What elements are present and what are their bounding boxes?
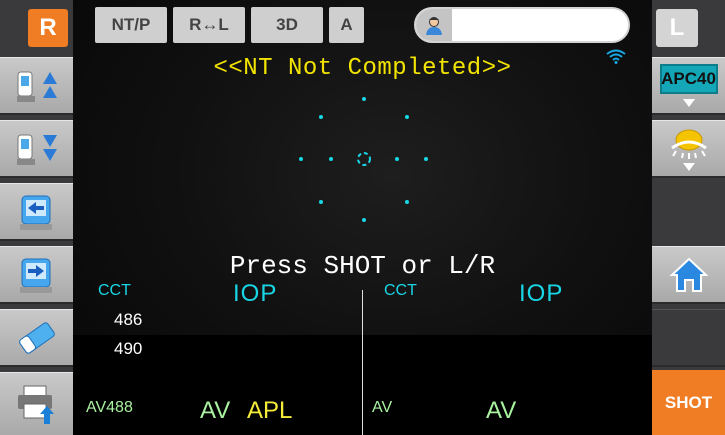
apc-value: APC40 <box>659 63 718 94</box>
auto-mode-button[interactable]: A <box>329 7 364 43</box>
target-dot <box>424 157 428 161</box>
cct-reading-1: 486 <box>114 310 143 329</box>
target-dot <box>319 115 323 119</box>
move-left-button[interactable] <box>0 183 73 241</box>
home-button[interactable] <box>652 246 725 304</box>
alignment-target <box>299 97 428 222</box>
target-dot <box>299 157 303 161</box>
ntp-mode-button[interactable]: NT/P <box>95 7 167 43</box>
target-dot <box>329 157 333 161</box>
left-eye-button[interactable]: L <box>656 9 698 47</box>
right-cct-label: CCT <box>98 282 131 299</box>
dropdown-triangle-icon <box>682 98 695 107</box>
right-iop-label: IOP <box>233 280 278 307</box>
target-dot <box>395 157 399 161</box>
eraser-icon <box>18 321 55 354</box>
right-apl-label: APL <box>247 397 293 424</box>
clear-data-button[interactable] <box>0 309 73 367</box>
right-rail-empty-slot <box>652 309 725 367</box>
target-dot <box>362 218 366 222</box>
cct-reading-2: 490 <box>114 339 143 358</box>
printer-icon <box>17 385 54 424</box>
chinrest-down-button[interactable] <box>0 120 73 178</box>
left-cct-average-label: AV <box>372 399 393 416</box>
right-cct-average: AV488 <box>86 399 133 416</box>
chinrest-up-icon <box>16 71 57 102</box>
operation-prompt: Press SHOT or L/R <box>229 251 496 281</box>
eye-divider <box>362 290 363 435</box>
dropdown-triangle-icon <box>682 162 695 171</box>
target-dot <box>405 115 409 119</box>
shot-button[interactable]: SHOT <box>652 370 725 435</box>
patient-id-input[interactable] <box>454 11 624 39</box>
left-cct-label: CCT <box>384 282 417 299</box>
illumination-button[interactable] <box>652 120 725 178</box>
patient-id-field[interactable] <box>414 7 630 43</box>
3d-button[interactable]: 3D <box>251 7 323 43</box>
target-dot <box>362 97 366 101</box>
print-button[interactable] <box>0 372 73 435</box>
left-iop-label: IOP <box>519 280 564 307</box>
chinrest-up-button[interactable] <box>0 57 73 115</box>
center-reticle <box>357 152 371 166</box>
patient-icon <box>426 17 442 35</box>
left-iop-average-label: AV <box>486 397 517 424</box>
swap-eye-button[interactable]: R↔L <box>173 7 245 43</box>
home-icon <box>668 257 709 292</box>
eye-lamp-icon <box>670 129 707 159</box>
measurement-status: <<NT Not Completed>> <box>213 55 512 82</box>
head-forward-icon <box>19 258 52 293</box>
target-dot <box>405 200 409 204</box>
head-back-icon <box>19 195 52 230</box>
patient-icon-wrap <box>416 9 452 41</box>
right-eye-button[interactable]: R <box>28 9 68 47</box>
chinrest-down-icon <box>16 134 57 165</box>
target-dot <box>319 200 323 204</box>
move-right-button[interactable] <box>0 246 73 304</box>
apc-button[interactable]: APC40 <box>652 57 725 115</box>
right-iop-average-label: AV <box>200 397 231 424</box>
